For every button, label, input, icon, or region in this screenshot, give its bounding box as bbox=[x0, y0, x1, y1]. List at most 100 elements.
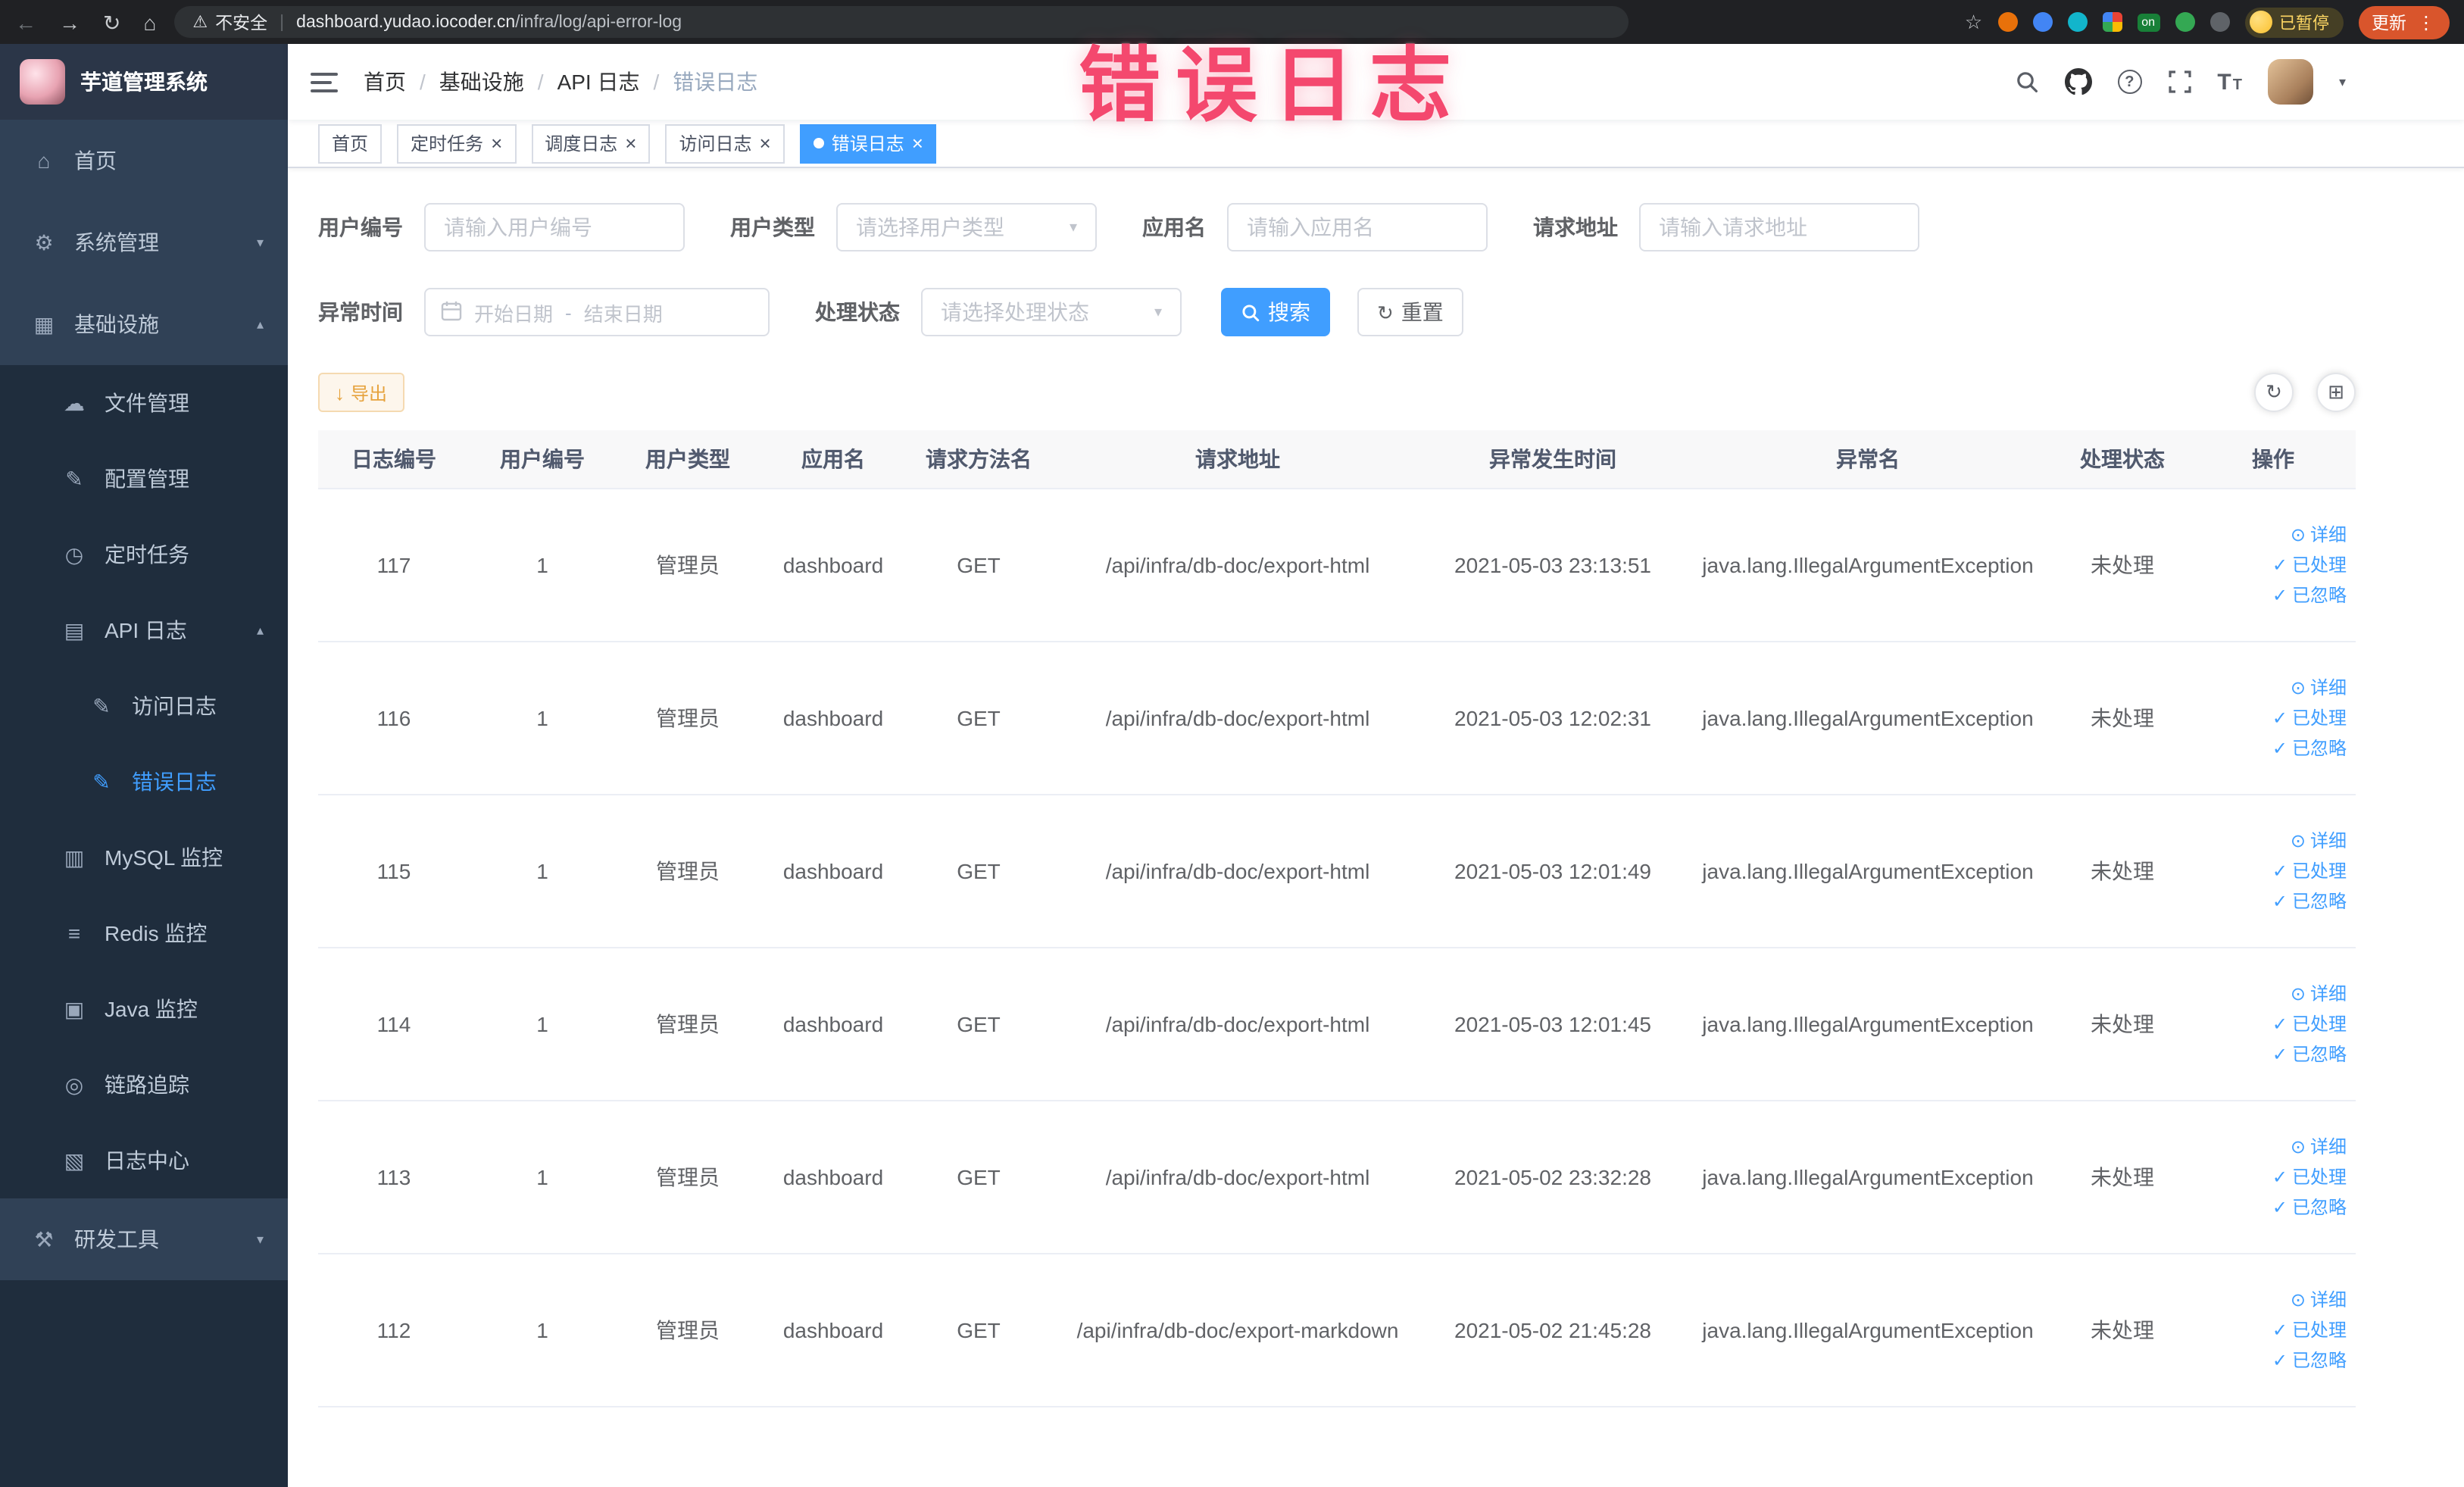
extension-on-badge[interactable]: on bbox=[2137, 13, 2160, 31]
chevron-down-icon: ▾ bbox=[1154, 304, 1162, 320]
browser-home-icon[interactable]: ⌂ bbox=[143, 11, 156, 33]
mark-ignored-link[interactable]: ✓ 已忽略 bbox=[2200, 1039, 2347, 1069]
tag-close-icon[interactable]: × bbox=[625, 133, 636, 153]
cell-log-id: 114 bbox=[318, 947, 470, 1101]
detail-link[interactable]: ⊙ 详细 bbox=[2200, 672, 2347, 702]
sidebar-item-label: 系统管理 bbox=[74, 230, 159, 255]
extension-icon-3[interactable] bbox=[2067, 12, 2088, 32]
mark-processed-link[interactable]: ✓ 已处理 bbox=[2200, 1314, 2347, 1345]
sidebar-item-infrastructure[interactable]: ▦ 基础设施 ▴ bbox=[0, 283, 288, 365]
search-button[interactable]: 搜索 bbox=[1221, 288, 1330, 336]
mark-ignored-link[interactable]: ✓ 已忽略 bbox=[2200, 579, 2347, 610]
extension-icon-4[interactable] bbox=[2102, 12, 2122, 32]
navbar-actions: ? T T ▾ bbox=[2014, 59, 2464, 105]
address-bar[interactable]: ⚠ 不安全 | dashboard.yudao.iocoder.cn/infra… bbox=[174, 6, 1629, 38]
mark-ignored-link[interactable]: ✓ 已忽略 bbox=[2200, 1192, 2347, 1222]
user-type-select[interactable]: 请选择用户类型 ▾ bbox=[836, 203, 1097, 251]
detail-link[interactable]: ⊙ 详细 bbox=[2200, 519, 2347, 549]
table-row: 113 1 管理员 dashboard GET /api/infra/db-do… bbox=[318, 1100, 2356, 1254]
cell-app-name: dashboard bbox=[760, 1100, 906, 1254]
bookmark-star-icon[interactable]: ☆ bbox=[1965, 12, 1982, 32]
github-icon[interactable] bbox=[2064, 68, 2092, 95]
profile-chip[interactable]: 已暂停 bbox=[2244, 7, 2343, 37]
mark-processed-link[interactable]: ✓ 已处理 bbox=[2200, 549, 2347, 579]
column-settings-button[interactable]: ⊞ bbox=[2316, 373, 2356, 412]
browser-update-button[interactable]: 更新 ⋮ bbox=[2358, 5, 2449, 39]
eye-icon: ⊙ bbox=[2290, 829, 2306, 851]
refresh-table-button[interactable]: ↻ bbox=[2254, 373, 2294, 412]
chevron-down-icon: ▾ bbox=[1069, 219, 1077, 236]
check-icon: ✓ bbox=[2272, 1319, 2288, 1340]
sidebar-item-dev-tools[interactable]: ⚒ 研发工具 ▾ bbox=[0, 1198, 288, 1280]
tag-dispatch-log[interactable]: 调度日志 × bbox=[531, 123, 651, 163]
mark-processed-link[interactable]: ✓ 已处理 bbox=[2200, 855, 2347, 886]
processed-link-label: 已处理 bbox=[2291, 860, 2347, 881]
sidebar-item-error-log[interactable]: ✎ 错误日志 bbox=[0, 744, 288, 820]
tag-close-icon[interactable]: × bbox=[491, 133, 502, 153]
search-icon[interactable] bbox=[2014, 70, 2038, 94]
sidebar-item-config-management[interactable]: ✎ 配置管理 bbox=[0, 441, 288, 517]
help-icon[interactable]: ? bbox=[2117, 70, 2142, 94]
extension-icon-5[interactable] bbox=[2175, 12, 2194, 32]
request-url-input[interactable] bbox=[1659, 215, 1900, 239]
mark-processed-link[interactable]: ✓ 已处理 bbox=[2200, 1008, 2347, 1039]
browser-back-icon[interactable]: ← bbox=[15, 11, 36, 33]
tag-close-icon[interactable]: × bbox=[760, 133, 771, 153]
mark-ignored-link[interactable]: ✓ 已忽略 bbox=[2200, 733, 2347, 763]
sidebar-item-java-monitor[interactable]: ▣ Java 监控 bbox=[0, 971, 288, 1047]
sidebar-item-redis-monitor[interactable]: ≡ Redis 监控 bbox=[0, 895, 288, 971]
cloud-icon: ☁ bbox=[64, 390, 85, 414]
table-row: 117 1 管理员 dashboard GET /api/infra/db-do… bbox=[318, 488, 2356, 642]
mark-processed-link[interactable]: ✓ 已处理 bbox=[2200, 1161, 2347, 1192]
browser-toolbar: ← → ↻ ⌂ ⚠ 不安全 | dashboard.yudao.iocoder.… bbox=[0, 0, 2464, 44]
user-id-input[interactable] bbox=[444, 215, 665, 239]
detail-link[interactable]: ⊙ 详细 bbox=[2200, 978, 2347, 1008]
date-range-picker[interactable]: 开始日期 - 结束日期 bbox=[424, 288, 770, 336]
breadcrumb-item-api-log[interactable]: API 日志 bbox=[557, 67, 640, 97]
extension-icon-1[interactable] bbox=[1997, 12, 2018, 32]
sidebar-item-scheduled-tasks[interactable]: ◷ 定时任务 bbox=[0, 517, 288, 592]
filter-user-type: 用户类型 请选择用户类型 ▾ bbox=[730, 203, 1097, 251]
extension-icon-2[interactable] bbox=[2032, 12, 2053, 32]
sidebar-item-access-log[interactable]: ✎ 访问日志 bbox=[0, 668, 288, 744]
mark-ignored-link[interactable]: ✓ 已忽略 bbox=[2200, 886, 2347, 916]
fullscreen-icon[interactable] bbox=[2167, 70, 2191, 94]
browser-forward-icon[interactable]: → bbox=[59, 11, 80, 33]
export-button[interactable]: ↓ 导出 bbox=[318, 373, 404, 412]
tag-scheduled-tasks[interactable]: 定时任务 × bbox=[397, 123, 517, 163]
breadcrumb-item-home[interactable]: 首页 bbox=[364, 67, 406, 97]
breadcrumb-item-infrastructure[interactable]: 基础设施 bbox=[439, 67, 524, 97]
font-size-icon[interactable]: T T bbox=[2217, 70, 2242, 93]
sidebar-item-link-tracing[interactable]: ◎ 链路追踪 bbox=[0, 1047, 288, 1123]
reset-button[interactable]: ↻ 重置 bbox=[1357, 288, 1463, 336]
app-name-input[interactable] bbox=[1247, 215, 1468, 239]
breadcrumb-separator: / bbox=[420, 70, 426, 94]
sidebar-item-home[interactable]: ⌂ 首页 bbox=[0, 120, 288, 201]
avatar-caret-down-icon[interactable]: ▾ bbox=[2339, 73, 2346, 90]
detail-link[interactable]: ⊙ 详细 bbox=[2200, 1284, 2347, 1314]
mark-ignored-link[interactable]: ✓ 已忽略 bbox=[2200, 1345, 2347, 1375]
cell-method: GET bbox=[906, 641, 1051, 795]
extension-icon-6[interactable] bbox=[2209, 12, 2229, 32]
tag-access-log[interactable]: 访问日志 × bbox=[665, 123, 785, 163]
browser-menu-kebab-icon[interactable]: ⋮ bbox=[2417, 11, 2435, 33]
tag-home[interactable]: 首页 bbox=[318, 123, 383, 163]
sidebar-item-api-log[interactable]: ▤ API 日志 ▴ bbox=[0, 592, 288, 668]
process-status-select[interactable]: 请选择处理状态 ▾ bbox=[921, 288, 1182, 336]
document-icon: ▤ bbox=[64, 617, 85, 642]
browser-reload-icon[interactable]: ↻ bbox=[103, 11, 120, 33]
user-avatar[interactable] bbox=[2267, 59, 2313, 105]
tag-close-icon[interactable]: × bbox=[912, 133, 923, 153]
sidebar-item-mysql-monitor[interactable]: ▥ MySQL 监控 bbox=[0, 820, 288, 895]
sidebar-item-system-management[interactable]: ⚙ 系统管理 ▾ bbox=[0, 201, 288, 283]
detail-link[interactable]: ⊙ 详细 bbox=[2200, 1131, 2347, 1161]
cell-time: 2021-05-03 23:13:51 bbox=[1424, 488, 1682, 642]
hamburger-menu-icon[interactable] bbox=[288, 70, 361, 93]
tag-error-log[interactable]: 错误日志 × bbox=[799, 123, 937, 163]
detail-link[interactable]: ⊙ 详细 bbox=[2200, 825, 2347, 855]
mark-processed-link[interactable]: ✓ 已处理 bbox=[2200, 702, 2347, 733]
logo[interactable]: 芋道管理系统 bbox=[0, 44, 288, 120]
sidebar-item-log-center[interactable]: ▧ 日志中心 bbox=[0, 1123, 288, 1198]
sidebar-item-file-management[interactable]: ☁ 文件管理 bbox=[0, 365, 288, 441]
ignored-link-label: 已忽略 bbox=[2291, 1196, 2347, 1217]
